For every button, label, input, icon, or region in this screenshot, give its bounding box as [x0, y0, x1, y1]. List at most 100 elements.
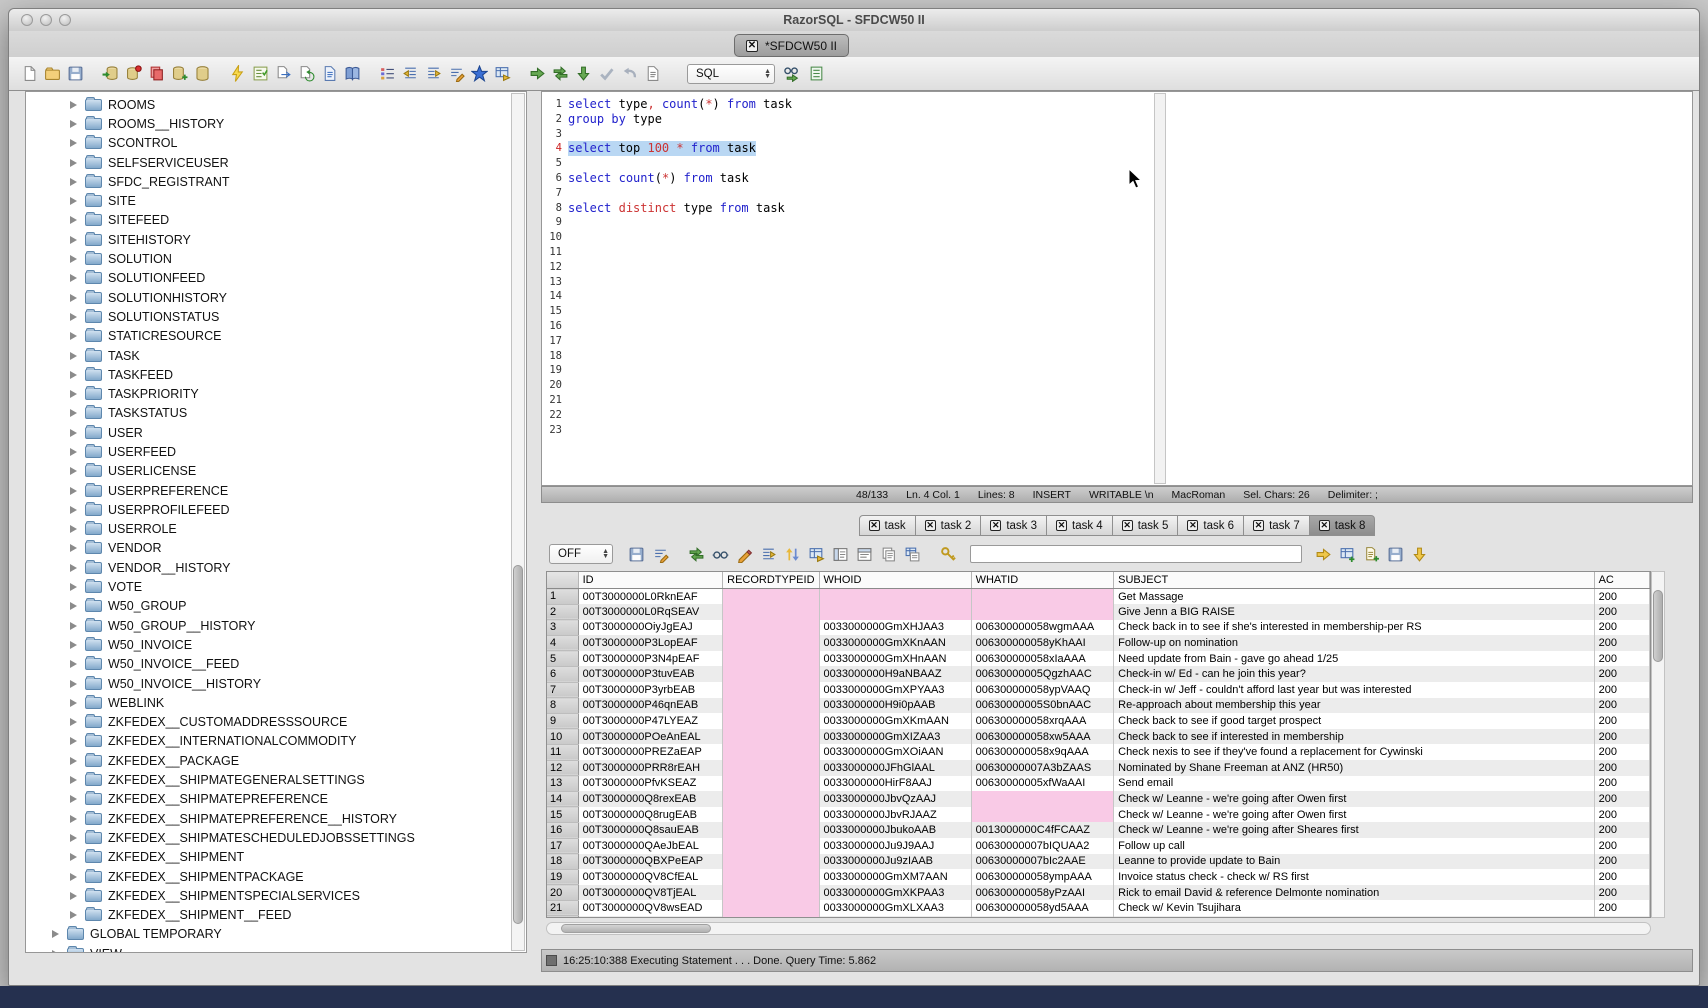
grid-cell[interactable]: Follow-up on nomination: [1114, 635, 1594, 651]
grid-cell[interactable]: [723, 698, 819, 714]
copy-table-data-icon[interactable]: [902, 544, 923, 565]
close-tab-icon[interactable]: ✕: [1056, 520, 1067, 531]
grid-cell[interactable]: 00T3000000QBXPeEAP: [578, 854, 723, 870]
grid-cell[interactable]: Check w/ Kevin Tsujihara: [1114, 900, 1594, 916]
history-icon[interactable]: [642, 63, 663, 84]
export-icon[interactable]: [273, 63, 294, 84]
expand-arrow-icon[interactable]: [70, 197, 77, 205]
tree-item-global-temporary[interactable]: GLOBAL TEMPORARY: [26, 925, 526, 944]
grid-cell[interactable]: 00T3000000POeAnEAL: [578, 729, 723, 745]
expand-arrow-icon[interactable]: [70, 757, 77, 765]
primary-key-icon[interactable]: [938, 544, 959, 565]
close-tab-icon[interactable]: ✕: [1122, 520, 1133, 531]
tree-item-task[interactable]: TASK: [26, 346, 526, 365]
grid-cell[interactable]: [819, 604, 971, 620]
tree-item-w50-group-history[interactable]: W50_GROUP__HISTORY: [26, 616, 526, 635]
expand-arrow-icon[interactable]: [70, 101, 77, 109]
grid-cell[interactable]: [819, 589, 971, 605]
grid-cell[interactable]: [971, 791, 1114, 807]
grid-cell[interactable]: 200: [1594, 620, 1649, 636]
grid-cell[interactable]: Check w/ Leanne - we're going after Owen…: [1114, 807, 1594, 823]
result-tab-task[interactable]: ✕task: [859, 515, 916, 536]
grid-cell[interactable]: 200: [1594, 776, 1649, 792]
close-tab-icon[interactable]: ✕: [990, 520, 1001, 531]
expand-arrow-icon[interactable]: [70, 159, 77, 167]
grid-cell[interactable]: Nominated by Shane Freeman at ANZ (HR50): [1114, 760, 1594, 776]
download-icon[interactable]: [1409, 544, 1430, 565]
describe-icon[interactable]: [377, 63, 398, 84]
row-number-cell[interactable]: 1: [547, 589, 578, 605]
row-number-cell[interactable]: 22: [547, 916, 578, 918]
open-file-icon[interactable]: [42, 63, 63, 84]
grid-cell[interactable]: Check back in to see if she's interested…: [1114, 620, 1594, 636]
grid-cell[interactable]: Check nexis to see if they've found a re…: [1114, 744, 1594, 760]
grid-cell[interactable]: 0033000000H9aNBAAZ: [819, 666, 971, 682]
grid-cell[interactable]: [723, 900, 819, 916]
grid-cell[interactable]: 00T3000000L0RknEAF: [578, 589, 723, 605]
copy-table-icon[interactable]: [146, 63, 167, 84]
grid-cell[interactable]: 200: [1594, 838, 1649, 854]
expand-arrow-icon[interactable]: [70, 699, 77, 707]
execute-sql-icon[interactable]: [227, 63, 248, 84]
expand-arrow-icon[interactable]: [70, 313, 77, 321]
grid-cell[interactable]: [723, 916, 819, 918]
close-tab-icon[interactable]: ✕: [1319, 520, 1330, 531]
grid-cell[interactable]: [723, 776, 819, 792]
tree-item-userfeed[interactable]: USERFEED: [26, 442, 526, 461]
grid-cell[interactable]: [723, 620, 819, 636]
disconnect-icon[interactable]: [123, 63, 144, 84]
tree-item-zkfedex-shipmentspecialservices[interactable]: ZKFEDEX__SHIPMENTSPECIALSERVICES: [26, 886, 526, 905]
grid-vertical-scrollbar[interactable]: [1651, 571, 1665, 918]
grid-cell[interactable]: 200: [1594, 916, 1649, 918]
grid-cell[interactable]: [723, 791, 819, 807]
grid-cell[interactable]: Invoice status check - check w/ RS first: [1114, 869, 1594, 885]
grid-cell[interactable]: Re-approach about membership this year: [1114, 698, 1594, 714]
grid-cell[interactable]: 00T3000000P3LopEAF: [578, 635, 723, 651]
grid-cell[interactable]: 0033000000GmXOiAAN: [819, 744, 971, 760]
tree-item-zkfedex-shipmatepreference[interactable]: ZKFEDEX__SHIPMATEPREFERENCE: [26, 790, 526, 809]
grid-search-input[interactable]: [970, 545, 1302, 563]
expand-arrow-icon[interactable]: [70, 873, 77, 881]
grid-cell[interactable]: 0033000000H9i0pAAB: [819, 698, 971, 714]
grid-cell[interactable]: [723, 635, 819, 651]
expand-arrow-icon[interactable]: [70, 467, 77, 475]
export-table-icon[interactable]: [1337, 544, 1358, 565]
close-tab-icon[interactable]: ✕: [925, 520, 936, 531]
tree-item-sfdc-registrant[interactable]: SFDC_REGISTRANT: [26, 172, 526, 191]
row-number-cell[interactable]: 5: [547, 651, 578, 667]
grid-cell[interactable]: Need update from David: [1114, 916, 1594, 918]
tree-item-sitehistory[interactable]: SITEHISTORY: [26, 230, 526, 249]
expand-arrow-icon[interactable]: [70, 660, 77, 668]
tree-item-taskpriority[interactable]: TASKPRIORITY: [26, 384, 526, 403]
transpose-icon[interactable]: [806, 544, 827, 565]
result-tab-task-3[interactable]: ✕task 3: [981, 515, 1047, 536]
grid-cell[interactable]: 00T3000000QV8CfEAL: [578, 869, 723, 885]
expand-arrow-icon[interactable]: [70, 390, 77, 398]
grid-cell[interactable]: 0033000000JbvRJAAZ: [819, 807, 971, 823]
tree-item-sitefeed[interactable]: SITEFEED: [26, 211, 526, 230]
expand-arrow-icon[interactable]: [70, 371, 77, 379]
tree-item-vendor-history[interactable]: VENDOR__HISTORY: [26, 558, 526, 577]
grid-cell[interactable]: 0033000000GmXHJAA3: [819, 620, 971, 636]
tree-item-zkfedex-internationalcommodity[interactable]: ZKFEDEX__INTERNATIONALCOMMODITY: [26, 732, 526, 751]
tree-item-userpreference[interactable]: USERPREFERENCE: [26, 481, 526, 500]
row-number-cell[interactable]: 8: [547, 698, 578, 714]
tree-item-zkfedex-shipmentpackage[interactable]: ZKFEDEX__SHIPMENTPACKAGE: [26, 867, 526, 886]
expand-arrow-icon[interactable]: [70, 294, 77, 302]
sql-editor[interactable]: 1select type, count(*) from task2group b…: [541, 91, 1693, 486]
grid-cell[interactable]: [723, 760, 819, 776]
database-icon[interactable]: [192, 63, 213, 84]
columns-panel-icon[interactable]: [830, 544, 851, 565]
expand-arrow-icon[interactable]: [70, 487, 77, 495]
result-tab-task-7[interactable]: ✕task 7: [1244, 515, 1310, 536]
grid-cell[interactable]: 200: [1594, 760, 1649, 776]
expand-arrow-icon[interactable]: [70, 448, 77, 456]
expand-arrow-icon[interactable]: [70, 236, 77, 244]
add-database-icon[interactable]: [169, 63, 190, 84]
fetch-icon[interactable]: [573, 63, 594, 84]
expand-arrow-icon[interactable]: [70, 409, 77, 417]
grid-cell[interactable]: Check-in w/ Jeff - couldn't afford last …: [1114, 682, 1594, 698]
grid-cell[interactable]: 00630000005QgzhAAC: [971, 666, 1114, 682]
grid-cell[interactable]: 006300000058wgmAAA: [971, 620, 1114, 636]
grid-cell[interactable]: 00T3000000Q8sauEAB: [578, 822, 723, 838]
